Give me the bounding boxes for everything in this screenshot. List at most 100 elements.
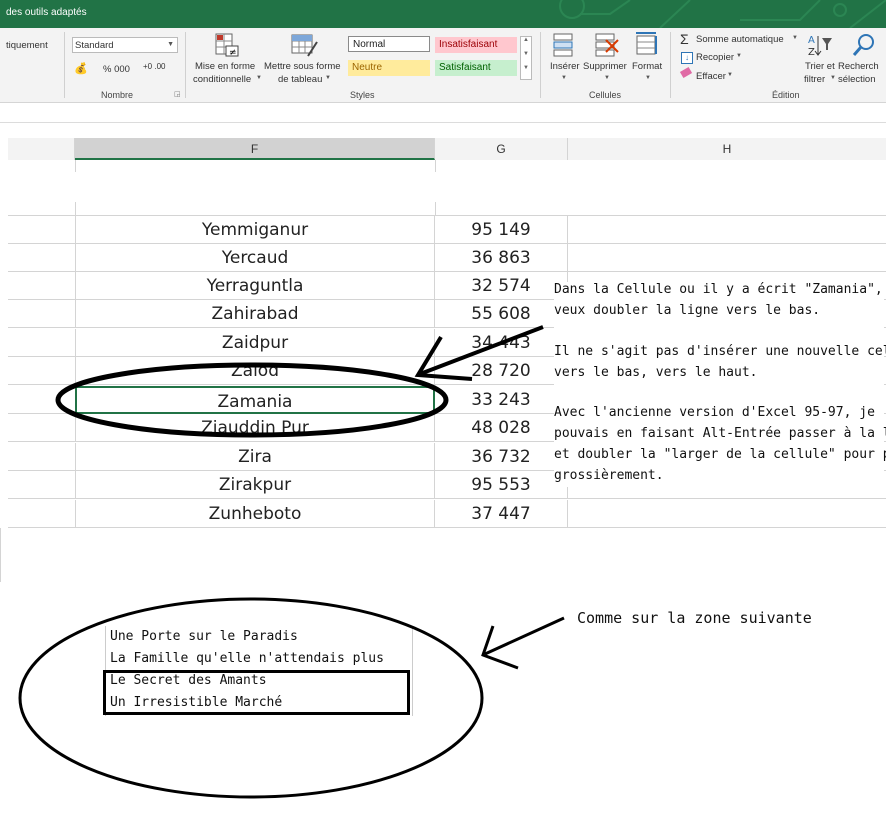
group-label-number: Nombre xyxy=(101,90,134,100)
conditional-format-label-1[interactable]: Mise en forme xyxy=(195,61,255,72)
cell-value[interactable]: 33 243 xyxy=(435,386,568,414)
cell-value[interactable]: 95 553 xyxy=(435,471,568,499)
increase-decimal-icon[interactable]: +0 .00 xyxy=(143,62,165,71)
chevron-down-icon: ▼ xyxy=(604,75,610,81)
currency-icon[interactable]: 💰 xyxy=(74,62,88,75)
cell-value[interactable]: 95 149 xyxy=(435,216,568,244)
cell-name[interactable]: Yemmiganur xyxy=(75,216,435,244)
table-row: Zunheboto 37 447 xyxy=(8,500,886,528)
group-label-styles: Styles xyxy=(350,90,375,100)
style-satisfaisant[interactable]: Satisfaisant xyxy=(435,60,517,76)
sort-filter-icon[interactable]: A Z xyxy=(806,32,834,58)
circuit-decoration xyxy=(559,0,886,28)
find-select-label-1[interactable]: Recherch xyxy=(838,61,879,72)
dialog-launcher-icon[interactable]: ◲ xyxy=(174,90,181,98)
conditional-format-label-2[interactable]: conditionnelle xyxy=(193,74,251,85)
chevron-down-icon: ▼ xyxy=(561,75,567,81)
style-neutre[interactable]: Neutre xyxy=(348,60,430,76)
cell-value[interactable]: 37 447 xyxy=(435,500,568,528)
ribbon-tab-hint: des outils adaptés xyxy=(6,7,87,18)
column-header-g[interactable]: G xyxy=(435,138,568,160)
svg-text:≠: ≠ xyxy=(229,48,237,58)
cell-name-selected[interactable]: Zamania xyxy=(75,386,435,414)
expand-gallery-icon[interactable]: ▼ xyxy=(523,65,529,71)
sum-icon[interactable]: Σ xyxy=(680,31,689,47)
example-highlight-box xyxy=(103,670,410,715)
cell-name[interactable]: Yerraguntla xyxy=(75,272,435,300)
sort-filter-label-1[interactable]: Trier et xyxy=(805,61,835,72)
cell-value[interactable]: 32 574 xyxy=(435,272,568,300)
chevron-down-icon[interactable]: ▼ xyxy=(523,51,529,57)
example-line: Une Porte sur le Paradis xyxy=(110,629,298,644)
number-format-select[interactable]: Standard ▼ xyxy=(72,37,178,53)
table-row: Yercaud 36 863 xyxy=(8,244,886,272)
find-select-label-2[interactable]: sélection xyxy=(838,74,876,85)
svg-text:Z: Z xyxy=(808,47,815,58)
cell-value[interactable]: 36 863 xyxy=(435,244,568,272)
cell-name[interactable]: Yercaud xyxy=(75,244,435,272)
chevron-down-icon: ▼ xyxy=(792,35,798,41)
example-caption: Comme sur la zone suivante xyxy=(577,609,812,627)
conditional-format-icon[interactable]: ≠ xyxy=(214,32,240,58)
note-line: Avec l'ancienne version d'Excel 95-97, j… xyxy=(554,405,875,420)
style-insatisfaisant[interactable]: Insatisfaisant xyxy=(435,37,517,53)
column-header-h[interactable]: H xyxy=(568,138,886,160)
number-format-value: Standard xyxy=(75,40,114,51)
cell-name[interactable]: Zaidpur xyxy=(75,329,435,357)
cell-value[interactable]: 36 732 xyxy=(435,443,568,471)
cell-value[interactable]: 28 720 xyxy=(435,357,568,385)
cell-value[interactable]: 34 443 xyxy=(435,329,568,357)
note-line: vers le bas, vers le haut. xyxy=(554,365,758,380)
format-as-table-label-2[interactable]: de tableau xyxy=(278,74,322,85)
cell-name[interactable]: Zunheboto xyxy=(75,500,435,528)
note-line: pouvais en faisant Alt-Entrée passer à l… xyxy=(554,426,886,441)
delete-cells-icon[interactable] xyxy=(594,32,620,58)
eraser-icon[interactable] xyxy=(679,66,693,79)
chevron-down-icon: ▼ xyxy=(645,75,651,81)
insert-label[interactable]: Insérer xyxy=(550,61,580,72)
note-line: et doubler la "larger de la cellule" pou… xyxy=(554,447,886,462)
style-normal[interactable]: Normal xyxy=(348,36,430,52)
fill-down-icon[interactable]: ↓ xyxy=(681,52,693,64)
cell-name[interactable]: Zirakpur xyxy=(75,471,435,499)
cell-name[interactable]: Zira xyxy=(75,443,435,471)
clear-label[interactable]: Effacer xyxy=(696,71,726,82)
autosum-label[interactable]: Somme automatique xyxy=(696,34,784,45)
styles-scroll[interactable]: ▲ ▼ ▼ xyxy=(520,36,532,80)
cell-name[interactable]: Ziauddin Pur xyxy=(75,414,435,442)
cell-value[interactable]: 48 028 xyxy=(435,414,568,442)
chevron-down-icon: ▼ xyxy=(325,75,331,81)
table-row: Yemmiganur 95 149 xyxy=(8,216,886,244)
blank-area xyxy=(8,160,886,216)
group-label-cells: Cellules xyxy=(589,90,622,100)
annotation-note: Dans la Cellule ou il y a écrit "Zamania… xyxy=(554,282,886,487)
cell-name[interactable]: Zalod xyxy=(75,357,435,385)
column-header-e[interactable] xyxy=(8,138,75,160)
insert-cells-icon[interactable] xyxy=(552,32,576,58)
column-headers: F G H xyxy=(8,138,886,161)
delete-label[interactable]: Supprimer xyxy=(583,61,627,72)
sort-filter-label-2[interactable]: filtrer xyxy=(804,74,825,85)
title-bar: des outils adaptés xyxy=(0,0,886,28)
note-line: Il ne s'agit pas d'insérer une nouvelle … xyxy=(554,344,886,359)
chevron-down-icon: ▼ xyxy=(167,41,174,48)
number-symbols[interactable]: % 000 xyxy=(103,64,130,75)
example-line: La Famille qu'elle n'attendais plus xyxy=(110,651,384,666)
chevron-down-icon: ▼ xyxy=(256,75,262,81)
fill-label[interactable]: Recopier xyxy=(696,52,734,63)
search-icon[interactable] xyxy=(852,32,878,58)
cell-value[interactable]: 55 608 xyxy=(435,300,568,328)
ribbon-left-label: tiquement xyxy=(6,40,48,51)
chevron-up-icon[interactable]: ▲ xyxy=(523,37,529,43)
column-header-f[interactable]: F xyxy=(75,138,435,160)
ribbon: tiquement Standard ▼ 💰 % 000 +0 .00 Nomb… xyxy=(0,28,886,103)
format-cells-icon[interactable] xyxy=(635,32,659,58)
format-as-table-icon[interactable] xyxy=(290,32,318,58)
chevron-down-icon: ▼ xyxy=(727,72,733,78)
format-label[interactable]: Format xyxy=(632,61,662,72)
note-line: veux doubler la ligne vers le bas. xyxy=(554,303,821,318)
formula-bar-area xyxy=(0,103,886,131)
format-as-table-label-1[interactable]: Mettre sous forme xyxy=(264,61,341,72)
cell-name[interactable]: Zahirabad xyxy=(75,300,435,328)
note-line: Dans la Cellule ou il y a écrit "Zamania… xyxy=(554,282,886,297)
